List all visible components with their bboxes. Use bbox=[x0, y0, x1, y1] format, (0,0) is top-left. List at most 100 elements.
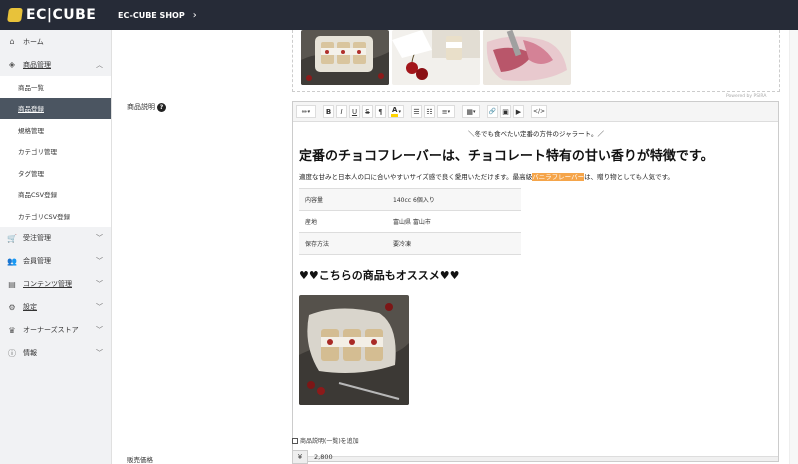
chevron-down-icon: ﹀ bbox=[96, 234, 103, 242]
table-row: 内容量 140cc 6個入り bbox=[299, 188, 521, 211]
editor-heading: 定番のチョコフレーバーは、チョコレート特有の甘い香りが特徴です。 bbox=[299, 149, 714, 164]
paragraph-text: 適度な甘みと日本人の口に合いやすいサイズ感で良く愛用いただけます。最高級 bbox=[299, 173, 533, 181]
italic-icon: I bbox=[340, 107, 343, 116]
logo-text: EC|CUBE bbox=[26, 7, 97, 23]
strikethrough-icon: S bbox=[365, 107, 370, 116]
sub-label: 商品登録 bbox=[18, 105, 44, 114]
product-image-thumb-3[interactable] bbox=[483, 30, 571, 85]
page-scrollbar[interactable] bbox=[789, 30, 798, 464]
bold-icon: B bbox=[325, 107, 332, 116]
sub-label: 商品一覧 bbox=[18, 83, 44, 92]
table-icon: ▦ bbox=[466, 107, 474, 116]
chevron-right-icon[interactable]: › bbox=[193, 10, 197, 21]
sidebar-item-orders[interactable]: 🛒 受注管理 ﹀ bbox=[0, 227, 111, 250]
product-image-dropzone[interactable] bbox=[292, 30, 780, 92]
editor-embedded-image[interactable] bbox=[299, 295, 409, 405]
sidebar-item-label: 設定 bbox=[23, 303, 37, 311]
top-bar: EC|CUBE EC-CUBE SHOP › bbox=[0, 0, 798, 30]
users-icon: 👥 bbox=[7, 256, 17, 266]
font-color-icon: A bbox=[391, 106, 399, 117]
eccube-logo[interactable]: EC|CUBE bbox=[7, 7, 112, 23]
main-content: Powered by PSIRA 商品説明 ? ✏ ▾ B I U S ¶ A ▾ … bbox=[112, 30, 798, 464]
editor-paragraph: 適度な甘みと日本人の口に合いやすいサイズ感で良く愛用いただけます。最高級バニラフ… bbox=[299, 171, 773, 181]
sidebar-sub-tag[interactable]: タグ管理 bbox=[0, 162, 111, 184]
chevron-up-icon: ︿ bbox=[96, 60, 103, 69]
table-value: 富山県 富山市 bbox=[387, 210, 521, 233]
sidebar-item-settings[interactable]: ⚙ 設定 ﹀ bbox=[0, 296, 111, 319]
tag-icon: ◈ bbox=[8, 60, 16, 69]
berry-gelato-image bbox=[483, 30, 571, 85]
chevron-down-icon: ﹀ bbox=[96, 349, 103, 357]
table-value: 140cc 6個入り bbox=[387, 188, 521, 211]
paragraph-align-button[interactable]: ≡ ▾ bbox=[437, 105, 455, 118]
editor-resize-handle[interactable] bbox=[293, 456, 778, 461]
ordered-list-button[interactable]: ☷ bbox=[424, 105, 435, 118]
sidebar-item-info[interactable]: ⓘ 情報 ﹀ bbox=[0, 342, 111, 365]
store-icon: ♛ bbox=[8, 325, 16, 335]
sub-label: 商品CSV登録 bbox=[18, 191, 58, 200]
link-button[interactable]: 🔗 bbox=[487, 105, 498, 118]
table-key: 内容量 bbox=[299, 188, 387, 211]
style-dropdown-button[interactable]: ✏ ▾ bbox=[296, 105, 316, 118]
strikethrough-button[interactable]: S bbox=[362, 105, 373, 118]
sidebar-item-label: コンテンツ管理 bbox=[23, 280, 72, 288]
sidebar-item-products[interactable]: ◈ 商品管理 ︿ bbox=[0, 53, 111, 76]
video-button[interactable]: ▶ bbox=[513, 105, 524, 118]
sidebar-item-label: 商品管理 bbox=[23, 60, 51, 69]
chevron-down-icon: ﹀ bbox=[96, 280, 103, 288]
bold-button[interactable]: B bbox=[323, 105, 334, 118]
price-input-group[interactable]: ¥ 2,800 bbox=[292, 450, 333, 464]
sub-label: カテゴリ管理 bbox=[18, 148, 57, 157]
sidebar-item-label: オーナーズストア bbox=[23, 326, 79, 334]
sub-label: カテゴリCSV登録 bbox=[18, 212, 71, 221]
chevron-down-icon: ﹀ bbox=[96, 257, 103, 265]
unordered-list-button[interactable]: ☰ bbox=[411, 105, 422, 118]
image-button[interactable]: ▣ bbox=[500, 105, 511, 118]
chevron-down-icon: ﹀ bbox=[96, 303, 103, 311]
sidebar-sub-product-list[interactable]: 商品一覧 bbox=[0, 76, 111, 98]
clear-format-button[interactable]: ¶ bbox=[375, 105, 386, 118]
price-label: 販売価格 bbox=[127, 456, 153, 464]
sidebar-sub-category-csv[interactable]: カテゴリCSV登録 bbox=[0, 205, 111, 227]
product-image-thumb-2[interactable] bbox=[392, 30, 480, 85]
sidebar-item-label: ホーム bbox=[23, 37, 44, 46]
sidebar-sub-product-csv[interactable]: 商品CSV登録 bbox=[0, 184, 111, 206]
field-label: 商品説明 bbox=[127, 103, 155, 111]
sidebar-sub-product-register[interactable]: 商品登録 bbox=[0, 97, 111, 119]
sidebar: ⌂ ホーム ◈ 商品管理 ︿ 商品一覧 商品登録 規格管理 カテゴリ管理 タグ管… bbox=[0, 30, 112, 464]
underline-button[interactable]: U bbox=[349, 105, 360, 118]
shop-name-link[interactable]: EC-CUBE SHOP bbox=[118, 11, 185, 20]
sub-label: タグ管理 bbox=[18, 169, 44, 178]
cherries-image bbox=[392, 30, 480, 85]
editor-toolbar: ✏ ▾ B I U S ¶ A ▾ ☰ ☷ ≡ ▾ ▦ ▾ 🔗 ▣ ▶ </> bbox=[293, 102, 778, 122]
table-row: 産地 富山県 富山市 bbox=[299, 210, 521, 233]
add-list-description[interactable]: 商品説明(一覧)を追加 bbox=[292, 436, 359, 445]
currency-addon: ¥ bbox=[292, 450, 308, 464]
sidebar-sub-category[interactable]: カテゴリ管理 bbox=[0, 141, 111, 163]
eraser-icon: ¶ bbox=[378, 107, 383, 116]
table-key: 産地 bbox=[299, 210, 387, 233]
font-color-button[interactable]: A ▾ bbox=[388, 105, 404, 118]
info-icon: ⓘ bbox=[8, 348, 16, 358]
list-ul-icon: ☰ bbox=[413, 107, 420, 116]
sidebar-item-customers[interactable]: 👥 会員管理 ﹀ bbox=[0, 250, 111, 273]
sidebar-item-label: 会員管理 bbox=[23, 257, 51, 265]
italic-button[interactable]: I bbox=[336, 105, 347, 118]
rich-text-editor[interactable]: ✏ ▾ B I U S ¶ A ▾ ☰ ☷ ≡ ▾ ▦ ▾ 🔗 ▣ ▶ </> ＼冬でも… bbox=[292, 101, 779, 462]
sub-label: 規格管理 bbox=[18, 126, 44, 135]
editor-content[interactable]: ＼冬でも食べたい定番の方件のジャラート。／ 定番のチョコフレーバーは、チョコレー… bbox=[293, 122, 778, 405]
question-circle-icon[interactable]: ? bbox=[157, 102, 166, 112]
product-image-thumb-1[interactable] bbox=[301, 30, 389, 85]
sidebar-item-home[interactable]: ⌂ ホーム bbox=[0, 30, 111, 53]
paragraph-text: は、贈り物としても人気です。 bbox=[584, 173, 674, 181]
sidebar-item-content[interactable]: ▤ コンテンツ管理 ﹀ bbox=[0, 273, 111, 296]
file-icon: ▤ bbox=[8, 279, 16, 289]
sidebar-sub-class[interactable]: 規格管理 bbox=[0, 119, 111, 141]
table-value: 要冷凍 bbox=[387, 232, 521, 255]
checkbox[interactable] bbox=[292, 437, 298, 444]
code-view-button[interactable]: </> bbox=[531, 105, 547, 118]
price-input[interactable]: 2,800 bbox=[314, 453, 333, 461]
sidebar-item-owners-store[interactable]: ♛ オーナーズストア ﹀ bbox=[0, 319, 111, 342]
table-button[interactable]: ▦ ▾ bbox=[462, 105, 480, 118]
gelato-jars-image bbox=[299, 295, 409, 405]
